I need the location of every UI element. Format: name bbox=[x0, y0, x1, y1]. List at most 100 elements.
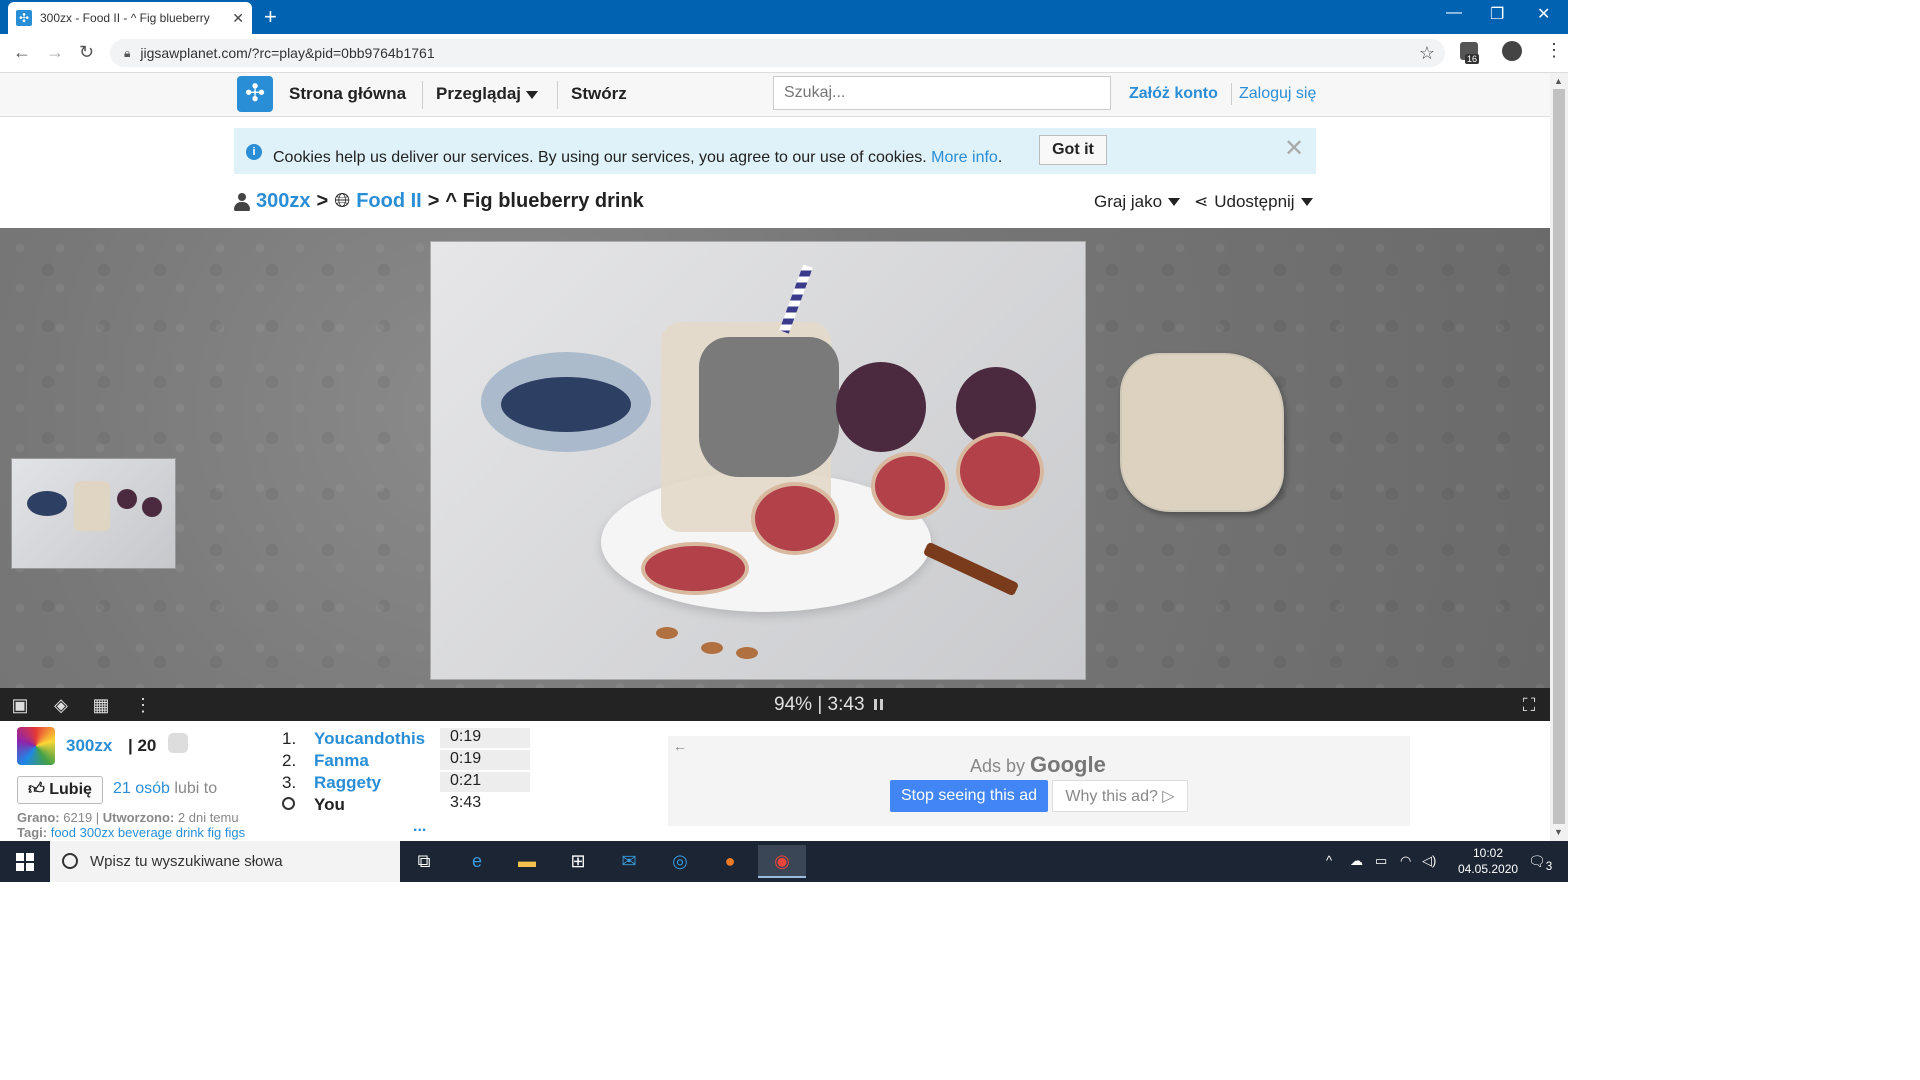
play-as-dropdown[interactable]: Graj jako bbox=[1094, 192, 1181, 212]
more-options-icon[interactable]: ⋮ bbox=[132, 694, 154, 716]
chevron-down-icon bbox=[1168, 198, 1181, 206]
almond-image bbox=[736, 647, 758, 659]
safari-icon[interactable]: ◎ bbox=[658, 845, 702, 878]
battery-icon[interactable]: ▭ bbox=[1375, 853, 1387, 869]
taskbar-search[interactable]: Wpisz tu wyszukiwane słowa bbox=[50, 841, 400, 882]
author-link[interactable]: 300zx bbox=[66, 736, 112, 756]
scroll-down-icon[interactable]: ▼ bbox=[1554, 827, 1563, 837]
more-scores-link[interactable]: ... bbox=[413, 818, 426, 836]
avatar[interactable] bbox=[17, 727, 55, 765]
lock-icon: 🔒︎ bbox=[124, 45, 131, 60]
preview-jar bbox=[74, 481, 110, 531]
breadcrumb: 300zx > 🌐︎ Food II > ^ Fig blueberry dri… bbox=[234, 190, 644, 213]
scroll-up-icon[interactable]: ▲ bbox=[1554, 76, 1563, 86]
minimize-icon[interactable]: — bbox=[1446, 4, 1462, 22]
loose-puzzle-piece[interactable] bbox=[1120, 353, 1284, 512]
chrome-icon[interactable]: ◉ bbox=[758, 845, 806, 878]
clock-time: 10:02 bbox=[1472, 846, 1504, 860]
tag-links[interactable]: food 300zx beverage drink fig figs bbox=[51, 825, 245, 840]
more-info-link[interactable]: More info bbox=[931, 149, 998, 166]
volume-icon[interactable]: ◁) bbox=[1422, 853, 1436, 869]
profile-icon[interactable] bbox=[1502, 41, 1522, 61]
extension-badge: 16 bbox=[1465, 54, 1480, 64]
puzzle-board[interactable] bbox=[430, 241, 1086, 680]
nav-home[interactable]: Strona główna bbox=[289, 84, 406, 104]
browser-tab[interactable]: ✣ 300zx - Food II - ^ Fig blueberry ✕ bbox=[8, 2, 252, 34]
firefox-icon[interactable]: ● bbox=[708, 845, 752, 878]
store-icon[interactable]: ⊞ bbox=[556, 845, 600, 878]
grid-icon[interactable]: ▦ bbox=[90, 694, 112, 716]
player-name[interactable]: Fanma bbox=[314, 751, 369, 771]
almond-image bbox=[656, 627, 678, 639]
missing-piece-slot bbox=[699, 337, 839, 477]
page: ✣ Strona główna Przeglądaj Stwórz Załóż … bbox=[0, 73, 1550, 841]
player-name[interactable]: Raggety bbox=[314, 773, 381, 793]
like-button[interactable]: 👍︎ Lubię bbox=[17, 776, 103, 804]
player-time: 3:43 bbox=[450, 794, 482, 811]
info-icon: i bbox=[246, 144, 262, 160]
search-icon bbox=[62, 853, 78, 869]
got-it-button[interactable]: Got it bbox=[1039, 135, 1107, 165]
progress-status: 94% | 3:43 bbox=[774, 694, 883, 716]
game-toolbar: ▣ ◈ ▦ ⋮ 94% | 3:43 ⛶ bbox=[0, 688, 1550, 721]
ghost-image-icon[interactable]: ◈ bbox=[50, 694, 72, 716]
url-text: jigsawplanet.com/?rc=play&pid=0bb9764b17… bbox=[140, 45, 435, 61]
login-link[interactable]: Zaloguj się bbox=[1239, 85, 1316, 103]
reload-icon[interactable]: ↻ bbox=[79, 42, 94, 63]
forward-icon[interactable]: → bbox=[46, 42, 64, 63]
tray-chevron-icon[interactable]: ^ bbox=[1326, 853, 1332, 868]
search-input[interactable] bbox=[773, 76, 1111, 110]
url-input[interactable]: 🔒︎ jigsawplanet.com/?rc=play&pid=0bb9764… bbox=[110, 39, 1445, 67]
why-this-ad-button[interactable]: Why this ad? ▷ bbox=[1052, 780, 1188, 812]
player-name[interactable]: Youcandothis bbox=[314, 729, 425, 749]
back-arrow-icon[interactable]: ← bbox=[673, 738, 687, 754]
tags: Tagi: food 300zx beverage drink fig figs bbox=[17, 825, 246, 840]
signup-link[interactable]: Załóż konto bbox=[1129, 85, 1218, 103]
notification-center-icon[interactable]: 🗨︎3 bbox=[1528, 853, 1552, 873]
page-scrollbar[interactable]: ▲ ▼ bbox=[1550, 73, 1568, 841]
jigsaw-logo-icon[interactable]: ✣ bbox=[237, 76, 273, 112]
start-button[interactable] bbox=[0, 841, 50, 882]
status-separator: | bbox=[817, 694, 823, 715]
cookie-message: Cookies help us deliver our services. By… bbox=[273, 149, 1003, 166]
restore-icon[interactable]: ❐ bbox=[1490, 4, 1504, 24]
preview-image[interactable] bbox=[11, 458, 176, 569]
breadcrumb-separator: > bbox=[316, 190, 329, 212]
stop-seeing-ad-button[interactable]: Stop seeing this ad bbox=[890, 780, 1048, 812]
file-explorer-icon[interactable]: ▬ bbox=[505, 845, 549, 878]
new-tab-icon[interactable]: + bbox=[264, 4, 277, 30]
rank: 1. bbox=[282, 729, 297, 748]
clock[interactable]: 10:02 04.05.2020 bbox=[1458, 845, 1518, 877]
browser-menu-icon[interactable]: ⋮ bbox=[1545, 40, 1563, 61]
image-icon[interactable]: ▣ bbox=[9, 694, 31, 716]
player-time: 0:19 bbox=[440, 750, 530, 770]
puzzle-canvas[interactable] bbox=[0, 228, 1550, 688]
task-view-icon[interactable]: ⧉ bbox=[402, 845, 446, 878]
ads-by-google: Ads by Google bbox=[970, 752, 1106, 777]
back-icon[interactable]: ← bbox=[13, 42, 31, 63]
wifi-icon[interactable]: ◠ bbox=[1400, 853, 1411, 869]
close-icon[interactable]: ✕ bbox=[1284, 134, 1304, 163]
close-window-icon[interactable]: ✕ bbox=[1537, 4, 1550, 24]
nav-create[interactable]: Stwórz bbox=[571, 84, 627, 104]
close-tab-icon[interactable]: ✕ bbox=[232, 10, 244, 27]
puzzle-piece-icon bbox=[168, 733, 188, 753]
edge-icon[interactable]: e bbox=[455, 845, 499, 878]
fullscreen-icon[interactable]: ⛶ bbox=[1518, 694, 1540, 716]
onedrive-icon[interactable]: ☁ bbox=[1350, 853, 1363, 869]
jigsaw-favicon-icon: ✣ bbox=[16, 10, 32, 26]
breadcrumb-user[interactable]: 300zx bbox=[256, 190, 311, 213]
blueberries-image bbox=[501, 377, 631, 432]
nav-browse[interactable]: Przeglądaj bbox=[436, 84, 538, 104]
breadcrumb-album[interactable]: Food II bbox=[356, 190, 422, 213]
share-dropdown[interactable]: ⋖ Udostępnij bbox=[1194, 192, 1313, 212]
fig-image bbox=[836, 362, 926, 452]
pause-icon[interactable] bbox=[873, 699, 883, 710]
leaderboard-row-you: You 3:43 bbox=[282, 794, 542, 816]
player-time: 0:19 bbox=[440, 728, 530, 748]
mail-icon[interactable]: ✉ bbox=[607, 845, 651, 878]
scrollbar-thumb[interactable] bbox=[1553, 89, 1565, 824]
likers-link[interactable]: 21 osób bbox=[113, 780, 170, 797]
preview-fig bbox=[142, 497, 162, 517]
bookmark-star-icon[interactable]: ☆ bbox=[1419, 43, 1435, 64]
